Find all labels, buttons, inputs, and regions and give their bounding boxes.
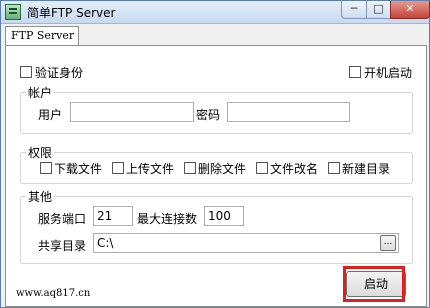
permission-rename-label: 文件改名 [270, 162, 319, 176]
permission-mkdir-checkbox[interactable] [328, 162, 340, 174]
permission-delete-checkbox[interactable] [184, 162, 196, 174]
permission-delete-label: 删除文件 [198, 162, 247, 176]
other-group-title: 其他 [26, 188, 55, 205]
permission-download-label: 下载文件 [54, 162, 103, 176]
maximize-button[interactable]: □ [366, 1, 391, 19]
port-input[interactable]: 21 [93, 206, 133, 226]
maxconn-input[interactable]: 100 [204, 206, 244, 226]
window-title: 简单FTP Server [27, 6, 116, 20]
verify-identity-checkbox[interactable] [20, 66, 32, 78]
app-window: 简单FTP Server ─ □ ✕ FTP Server 验证身份 开机启动 … [0, 0, 430, 308]
autostart-checkbox[interactable] [349, 66, 361, 78]
browse-button[interactable]: ... [380, 235, 396, 251]
maxconn-label: 最大连接数 [137, 212, 198, 226]
website-link[interactable]: www.aq817.cn [16, 288, 90, 299]
permission-upload-label: 上传文件 [126, 162, 175, 176]
password-input[interactable] [227, 102, 350, 122]
minimize-button[interactable]: ─ [341, 1, 367, 19]
highlight-box [343, 266, 405, 302]
port-label: 服务端口 [38, 212, 87, 226]
permission-rename-checkbox[interactable] [256, 162, 268, 174]
permission-mkdir-label: 新建目录 [342, 162, 391, 176]
password-label: 密码 [196, 108, 221, 122]
share-dir-input[interactable]: C:\ [93, 233, 399, 253]
user-input[interactable] [70, 102, 194, 122]
share-dir-label: 共享目录 [38, 239, 87, 253]
user-label: 用户 [38, 108, 63, 122]
autostart-label: 开机启动 [364, 66, 413, 80]
permission-download-checkbox[interactable] [40, 162, 52, 174]
title-bar[interactable]: 简单FTP Server ─ □ ✕ [1, 1, 430, 24]
verify-identity-label: 验证身份 [35, 66, 84, 80]
account-group-title: 帐户 [26, 84, 55, 101]
app-icon [5, 4, 21, 20]
permission-upload-checkbox[interactable] [112, 162, 124, 174]
close-button[interactable]: ✕ [390, 1, 430, 19]
permissions-group-title: 权限 [26, 144, 55, 161]
tab-ftp-server[interactable]: FTP Server [5, 26, 79, 46]
